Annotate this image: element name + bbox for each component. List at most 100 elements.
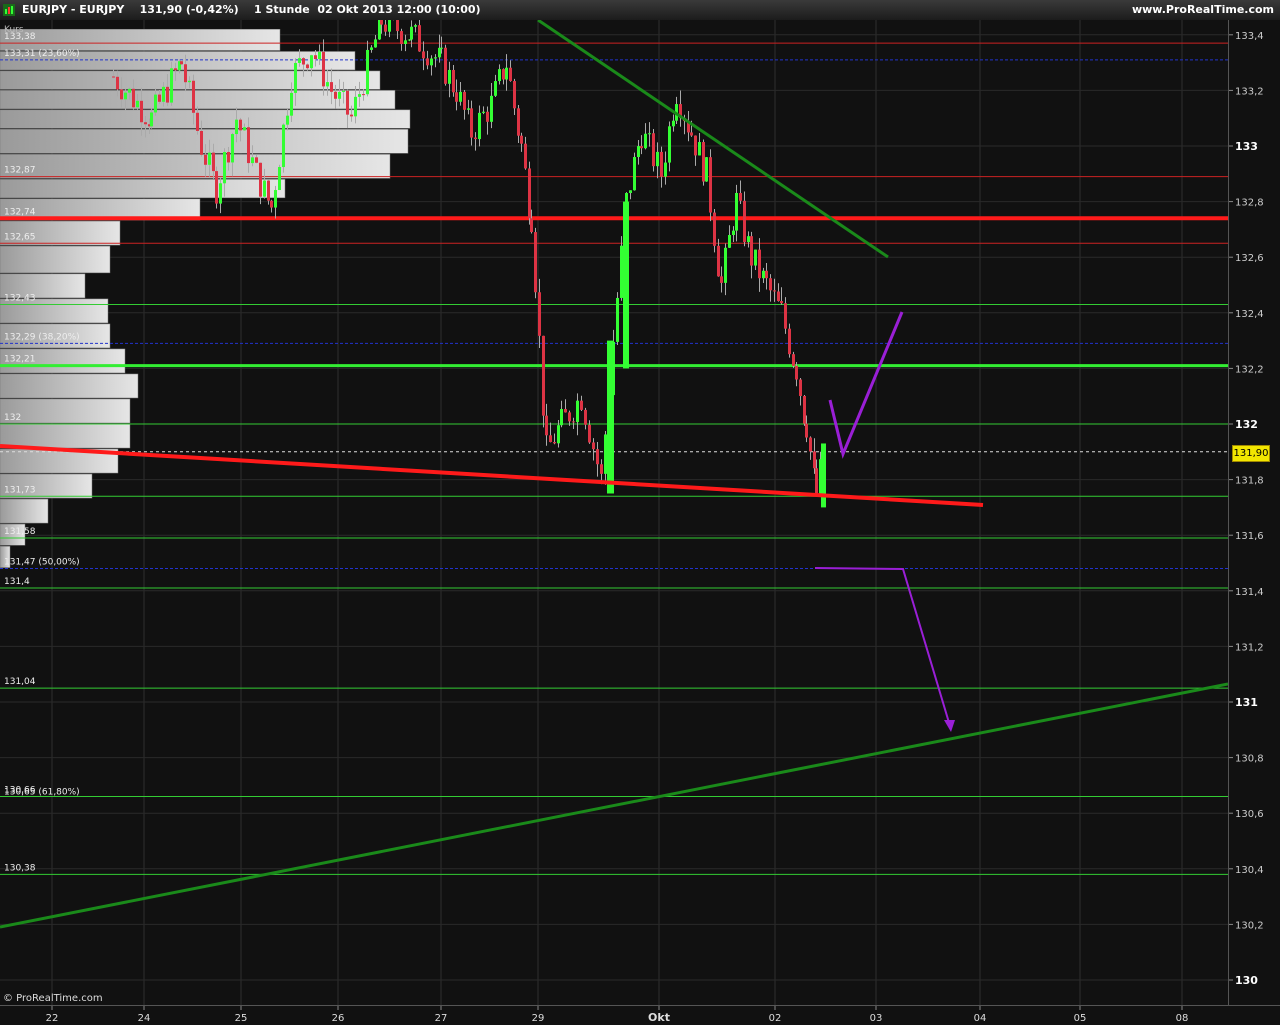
price-axis[interactable]: 133,4 133,2 133 132,8 132,6 132,4 132,2 132 131,… xyxy=(1228,20,1280,1005)
candle-body xyxy=(346,90,349,115)
candle-body xyxy=(709,157,712,213)
candle-body xyxy=(302,58,305,65)
candle-body xyxy=(404,40,407,45)
candle-body xyxy=(690,132,693,136)
candle-body xyxy=(132,88,135,108)
candle-body xyxy=(330,82,333,92)
candle-body xyxy=(459,91,462,102)
candle-body xyxy=(342,90,345,92)
price-plot[interactable]: 133,38133,31 (23,60%)132,87132,74132,651… xyxy=(0,20,1228,1005)
candle-body xyxy=(414,25,417,27)
candle-body xyxy=(769,278,772,291)
copyright-notice: © ProRealTime.com xyxy=(3,993,103,1004)
candle-body xyxy=(354,96,357,117)
candle-body xyxy=(212,152,215,172)
candle-body xyxy=(200,130,203,155)
candle-body xyxy=(672,120,675,127)
y-tick-label: 132,4 xyxy=(1235,309,1264,320)
candle-body xyxy=(743,200,746,243)
candle-body xyxy=(196,112,199,131)
chart-app-icon xyxy=(3,4,15,16)
candle-body xyxy=(498,69,501,82)
candle-body xyxy=(452,69,455,93)
candle-body xyxy=(644,133,647,149)
candle-body xyxy=(251,157,254,164)
candle-body xyxy=(750,236,753,266)
candle-body xyxy=(478,112,481,140)
level-label: 132,65 xyxy=(4,232,36,242)
candle-body xyxy=(290,92,293,116)
candle-body xyxy=(286,115,289,125)
candle-body xyxy=(259,162,262,197)
candle-body xyxy=(668,126,671,163)
candle-body xyxy=(600,464,603,474)
candle-body xyxy=(396,20,399,32)
chart-window: EURJPY - EURJPY 131,90 (-0,42%) 1 Stunde… xyxy=(0,0,1280,1025)
candle-body xyxy=(440,47,443,49)
candle-body xyxy=(166,86,169,103)
candle-body xyxy=(334,91,337,99)
level-label: 132,43 xyxy=(4,293,36,303)
candle-body xyxy=(754,249,757,266)
candle-body xyxy=(607,340,614,494)
candle-body xyxy=(410,26,413,40)
candle-body xyxy=(422,51,425,59)
volume-profile-bar xyxy=(0,423,131,449)
candle-body xyxy=(400,31,403,45)
level-label: 132 xyxy=(4,413,21,423)
time-axis[interactable]: 22 24 25 26 27 29 Okt 02 03 04 05 08 xyxy=(0,1005,1280,1025)
uptrend-line xyxy=(0,682,1228,929)
candle-body xyxy=(505,67,508,80)
candle-body xyxy=(374,39,377,48)
candle-body xyxy=(128,88,131,93)
volume-profile-bar xyxy=(0,154,391,179)
candle-body xyxy=(231,134,234,163)
candle-body xyxy=(120,89,123,100)
candle-body xyxy=(192,80,195,113)
candle-body xyxy=(219,183,222,204)
y-tick-label: 130,6 xyxy=(1235,809,1264,820)
candle-body xyxy=(358,94,361,97)
candle-body xyxy=(463,91,466,110)
last-price-marker: 131,90 xyxy=(1232,445,1270,462)
y-tick-label: 133 xyxy=(1235,140,1258,153)
candle-body xyxy=(267,180,270,201)
level-label: 132,29 (38,20%) xyxy=(4,332,80,342)
candle-body xyxy=(150,112,153,127)
candle-body xyxy=(136,100,139,108)
candle-body xyxy=(584,409,587,425)
candle-body xyxy=(660,151,663,177)
candle-body xyxy=(530,218,533,233)
candle-body xyxy=(263,180,266,197)
x-tick-label: 22 xyxy=(46,1013,59,1024)
x-tick-label: 02 xyxy=(769,1013,782,1024)
candle-body xyxy=(370,47,373,50)
candle-body xyxy=(553,442,556,444)
candle-body xyxy=(116,76,119,90)
volume-profile-bar xyxy=(0,498,49,524)
x-tick-label: 24 xyxy=(138,1013,151,1024)
candle-body xyxy=(739,192,742,201)
x-tick-label: 03 xyxy=(870,1013,883,1024)
candle-body xyxy=(809,437,812,452)
level-label: 132,74 xyxy=(4,207,36,217)
candle-body xyxy=(509,67,512,82)
candle-body xyxy=(455,92,458,102)
site-url[interactable]: www.ProRealTime.com xyxy=(1132,3,1274,16)
x-tick-label: 26 xyxy=(332,1013,345,1024)
candle-body xyxy=(274,190,277,208)
candle-body xyxy=(306,64,309,69)
y-tick-label: 132,2 xyxy=(1235,364,1264,375)
candle-body xyxy=(758,249,761,279)
candle-body xyxy=(112,76,115,78)
candle-body xyxy=(158,94,161,102)
volume-profile-bar xyxy=(0,373,139,399)
candle-body xyxy=(640,146,643,149)
candle-body xyxy=(430,58,433,66)
candle-body xyxy=(604,434,607,474)
y-tick-label: 131,6 xyxy=(1235,531,1264,542)
candle-body xyxy=(243,127,246,131)
level-label: 131,04 xyxy=(4,677,36,687)
candle-body xyxy=(588,424,591,443)
candle-body xyxy=(418,25,421,52)
